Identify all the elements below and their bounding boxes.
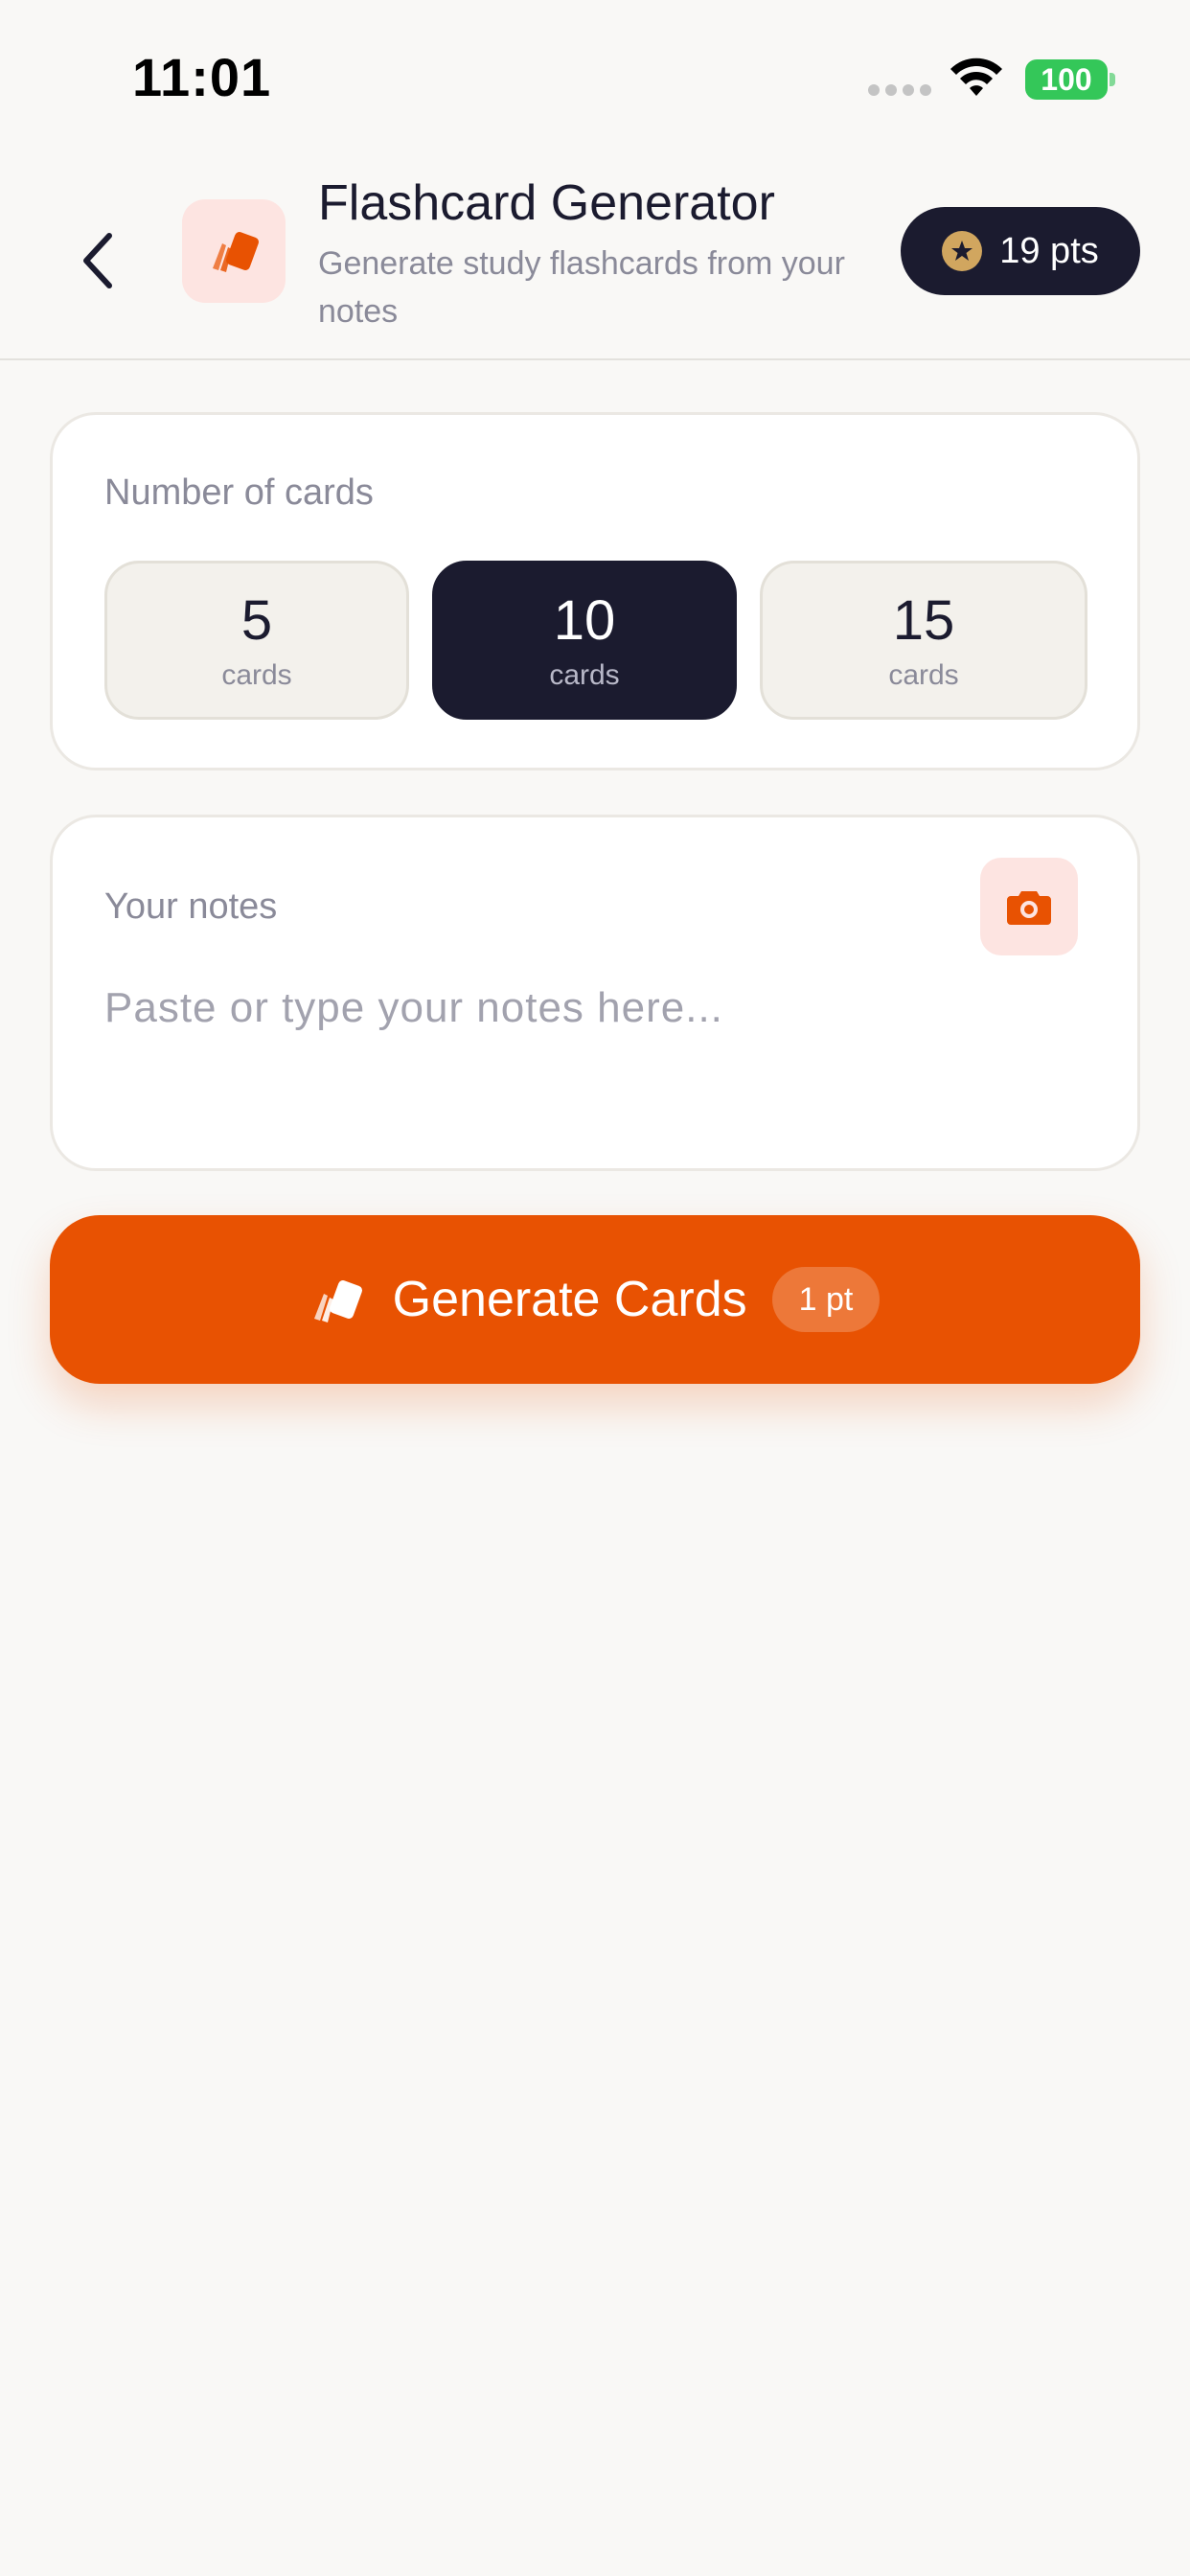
- flashcards-icon: [213, 232, 259, 272]
- card-count-value: 10: [553, 589, 616, 652]
- points-value: 19 pts: [999, 230, 1099, 271]
- card-count-unit: cards: [221, 659, 292, 691]
- notes-input[interactable]: [104, 984, 1082, 1099]
- card-count-option-10[interactable]: 10 cards: [432, 561, 737, 720]
- status-time: 11:01: [132, 47, 272, 107]
- card-count-unit: cards: [549, 659, 620, 691]
- chevron-left-icon: [83, 233, 112, 288]
- star-icon: [942, 231, 983, 271]
- battery-level: 100: [1041, 61, 1092, 97]
- points-badge[interactable]: 19 pts: [901, 207, 1140, 295]
- battery-cap: [1110, 73, 1115, 86]
- notes-label: Your notes: [104, 886, 278, 927]
- notes-section: Your notes: [50, 815, 1140, 1171]
- card-count-section: Number of cards 5 cards 10 cards 15 card…: [50, 412, 1140, 770]
- page-title: Flashcard Generator: [318, 175, 775, 231]
- camera-icon: [1007, 891, 1051, 925]
- card-count-value: 5: [240, 589, 273, 652]
- page-subtitle: Generate study flashcards from your note…: [318, 245, 845, 330]
- back-button[interactable]: [67, 211, 128, 310]
- generate-cards-button[interactable]: Generate Cards 1 pt: [50, 1215, 1140, 1384]
- camera-button[interactable]: [980, 858, 1078, 955]
- card-count-unit: cards: [888, 659, 959, 691]
- battery-indicator: 100: [1025, 59, 1108, 100]
- flashcards-icon: [313, 1280, 362, 1322]
- status-bar: 11:01 100: [0, 0, 1190, 153]
- cellular-signal-icon: [868, 84, 931, 96]
- card-count-label: Number of cards: [104, 472, 374, 513]
- wifi-icon: [950, 58, 1002, 96]
- card-count-option-15[interactable]: 15 cards: [760, 561, 1087, 720]
- cost-badge: 1 pt: [771, 1267, 881, 1332]
- app-icon: [182, 199, 286, 303]
- card-count-option-5[interactable]: 5 cards: [104, 561, 409, 720]
- header: Flashcard Generator Generate study flash…: [0, 153, 1190, 360]
- generate-cards-label: Generate Cards: [392, 1272, 747, 1327]
- card-count-value: 15: [892, 589, 955, 652]
